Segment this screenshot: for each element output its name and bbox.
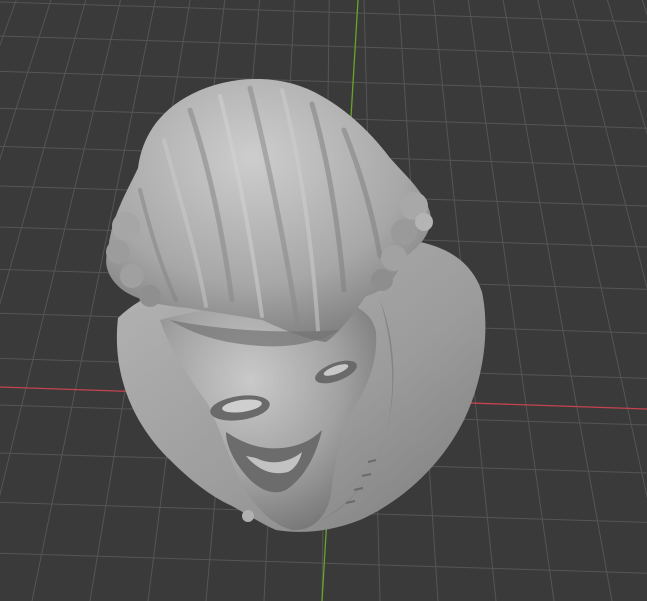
grid-line xyxy=(0,0,17,47)
chin-detail xyxy=(242,510,254,522)
viewport-canvas[interactable] xyxy=(0,0,647,601)
grid-line xyxy=(641,0,647,16)
grid-line xyxy=(0,0,87,306)
sculpted-bust-mesh[interactable] xyxy=(106,79,486,532)
3d-viewport[interactable] xyxy=(0,0,647,601)
grid-line xyxy=(0,35,647,57)
grid-line xyxy=(0,70,647,92)
grid-line xyxy=(0,1,647,23)
grid-line xyxy=(31,0,156,601)
grid-line xyxy=(0,0,52,161)
